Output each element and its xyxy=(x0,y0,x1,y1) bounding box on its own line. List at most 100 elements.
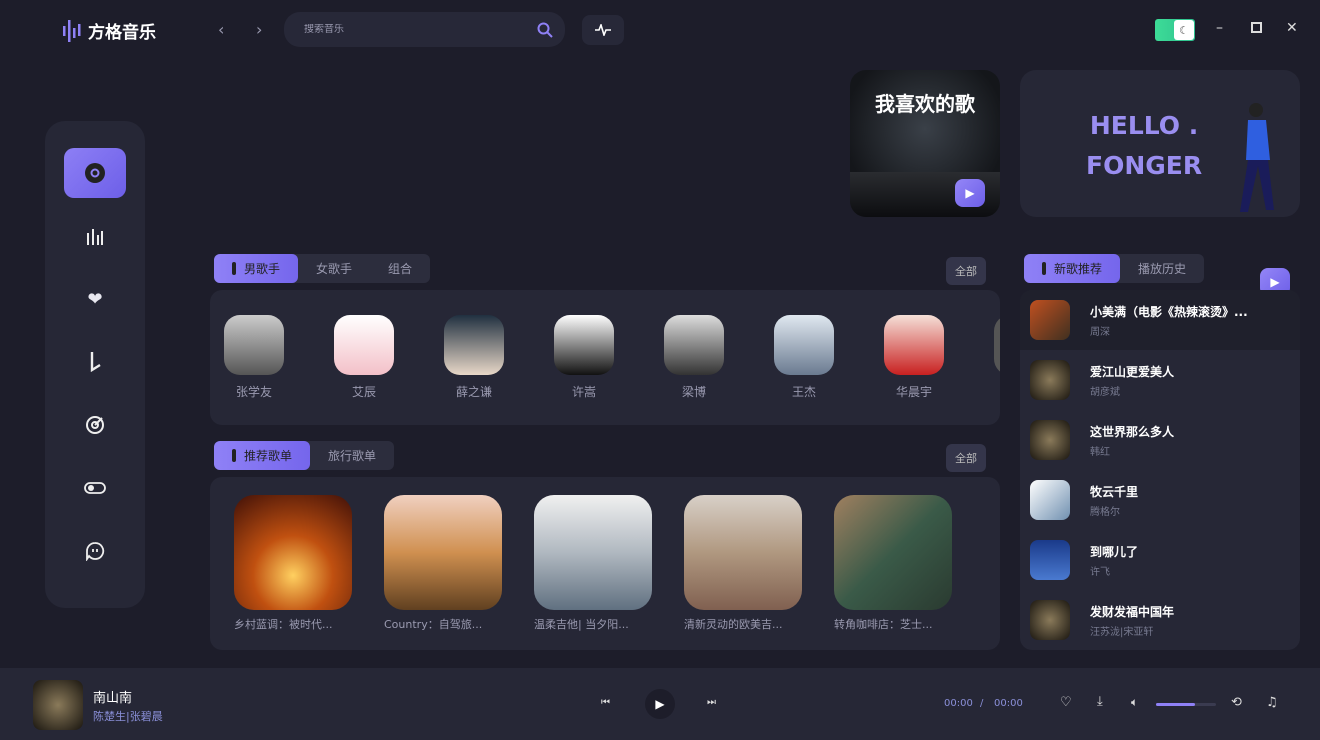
song-cover xyxy=(1030,600,1070,640)
playlist-panel: 乡村蓝调：被时代... Country：自驾旅... 温柔吉他| 当夕阳... … xyxy=(210,477,1000,650)
playlists-all-button[interactable]: 全部 xyxy=(946,444,986,472)
app-title: 方格音乐 xyxy=(88,23,156,43)
sidebar-item-music[interactable] xyxy=(64,337,126,387)
song-cover xyxy=(1030,360,1070,400)
song-title: 爱江山更爱美人 xyxy=(1090,364,1175,379)
playlist-cover xyxy=(684,495,802,610)
song-artist: 汪苏泷|宋亚轩 xyxy=(1090,626,1154,638)
audio-wave-button[interactable] xyxy=(582,15,624,45)
now-playing-artist: 陈楚生|张碧晨 xyxy=(93,710,163,723)
search-box xyxy=(284,12,565,47)
repeat-button[interactable]: ⟲ xyxy=(1231,695,1242,710)
singer-avatar xyxy=(884,315,944,375)
song-item[interactable]: 爱江山更爱美人 胡彦斌 xyxy=(1020,350,1300,410)
volume-icon[interactable]: 🔈︎ xyxy=(1131,695,1138,710)
singer-avatar xyxy=(334,315,394,375)
singer-card[interactable]: 艾辰 xyxy=(333,315,395,400)
toggle-icon xyxy=(84,482,106,494)
song-title: 到哪儿了 xyxy=(1090,544,1139,559)
chart-icon xyxy=(87,229,103,245)
singer-card[interactable]: 梁博 xyxy=(663,315,725,400)
play-pause-button[interactable]: ▶ xyxy=(645,689,675,719)
volume-slider[interactable] xyxy=(1156,703,1216,706)
song-cover xyxy=(1030,420,1070,460)
song-cover xyxy=(1030,540,1070,580)
tab-new-songs[interactable]: 新歌推荐 xyxy=(1024,254,1121,283)
next-button[interactable]: ⏭ xyxy=(707,697,716,708)
banner-play-button[interactable]: ▶ xyxy=(955,179,985,207)
song-item[interactable]: 小美满（电影《热辣滚烫》... 周深 xyxy=(1020,290,1300,350)
favorite-songs-banner[interactable]: 我喜欢的歌 ▶ xyxy=(850,70,1000,217)
singer-avatar xyxy=(554,315,614,375)
search-input[interactable] xyxy=(304,24,537,35)
singer-avatar xyxy=(774,315,834,375)
singer-name: 薛之谦 xyxy=(455,385,492,399)
singers-all-button[interactable]: 全部 xyxy=(946,257,986,285)
play-icon: ▶ xyxy=(965,186,975,200)
song-title: 小美满（电影《热辣滚烫》... xyxy=(1090,304,1248,319)
singer-card[interactable]: 薛之谦 xyxy=(443,315,505,400)
playlist-name: 乡村蓝调：被时代... xyxy=(234,618,333,631)
tab-travel-playlists[interactable]: 旅行歌单 xyxy=(310,441,394,470)
duration: 00:00 xyxy=(994,698,1023,709)
search-icon[interactable] xyxy=(537,22,553,38)
singer-card[interactable]: 许嵩 xyxy=(553,315,615,400)
like-button[interactable]: ♡ xyxy=(1060,695,1072,710)
tab-play-history[interactable]: 播放历史 xyxy=(1120,254,1204,283)
tab-recommended-playlists[interactable]: 推荐歌单 xyxy=(214,441,311,470)
singer-name: 梁博 xyxy=(681,385,706,399)
moon-icon: ☾ xyxy=(1174,20,1194,40)
maximize-button[interactable] xyxy=(1251,22,1262,33)
song-item[interactable]: 发财发福中国年 汪苏泷|宋亚轩 xyxy=(1020,590,1300,650)
singer-card[interactable]: 张学友 xyxy=(223,315,285,400)
theme-toggle[interactable]: ☾ xyxy=(1155,19,1195,41)
singer-card[interactable]: 王杰 xyxy=(773,315,835,400)
singer-name: 王杰 xyxy=(791,385,816,399)
logo-wave-icon xyxy=(63,19,81,42)
radar-icon xyxy=(86,416,104,434)
song-title: 牧云千里 xyxy=(1090,484,1139,499)
sidebar-item-charts[interactable] xyxy=(64,211,126,261)
song-artist: 胡彦斌 xyxy=(1090,386,1120,398)
sidebar: ❤ xyxy=(45,121,145,608)
song-artist: 许飞 xyxy=(1090,566,1110,578)
previous-button[interactable]: ⏮ xyxy=(601,697,610,708)
chat-icon xyxy=(86,542,105,561)
disc-icon xyxy=(85,163,105,183)
singer-card[interactable] xyxy=(993,315,1000,375)
back-button[interactable]: ‹ xyxy=(218,20,224,39)
sidebar-item-discover[interactable] xyxy=(64,148,126,198)
banner-title: 我喜欢的歌 xyxy=(875,92,975,116)
playlist-card[interactable]: 清新灵动的欧美吉... xyxy=(684,495,802,632)
forward-button[interactable]: › xyxy=(256,20,262,39)
playlist-queue-button[interactable]: ♫ xyxy=(1266,695,1278,710)
playlist-card[interactable]: 转角咖啡店：芝士... xyxy=(834,495,952,632)
sidebar-item-settings[interactable] xyxy=(64,463,126,513)
song-item[interactable]: 这世界那么多人 韩红 xyxy=(1020,410,1300,470)
singer-tabs: 男歌手 女歌手 组合 xyxy=(214,254,431,283)
singer-avatar xyxy=(224,315,284,375)
singer-name: 许嵩 xyxy=(571,385,596,399)
playlist-card[interactable]: Country：自驾旅... xyxy=(384,495,502,632)
singer-avatar xyxy=(994,315,1000,375)
minimize-button[interactable]: – xyxy=(1216,20,1223,36)
close-button[interactable]: ✕ xyxy=(1286,20,1298,36)
song-cover xyxy=(1030,300,1070,340)
singer-name: 华晨宇 xyxy=(895,385,932,399)
sidebar-item-favorites[interactable]: ❤ xyxy=(64,274,126,324)
song-item[interactable]: 到哪儿了 许飞 xyxy=(1020,530,1300,590)
playlist-card[interactable]: 乡村蓝调：被时代... xyxy=(234,495,352,632)
download-button[interactable]: ⤓ xyxy=(1097,694,1103,709)
playlist-card[interactable]: 温柔吉他| 当夕阳... xyxy=(534,495,652,632)
singer-name: 艾辰 xyxy=(351,385,376,399)
sidebar-item-messages[interactable] xyxy=(64,526,126,576)
playlist-cover xyxy=(234,495,352,610)
tab-groups[interactable]: 组合 xyxy=(370,254,430,283)
song-item[interactable]: 牧云千里 腾格尔 xyxy=(1020,470,1300,530)
sidebar-item-radar[interactable] xyxy=(64,400,126,450)
singer-card[interactable]: 华晨宇 xyxy=(883,315,945,400)
playlist-name: 温柔吉他| 当夕阳... xyxy=(534,618,629,631)
play-icon: ▶ xyxy=(655,697,665,711)
tab-female-singers[interactable]: 女歌手 xyxy=(298,254,370,283)
tab-male-singers[interactable]: 男歌手 xyxy=(214,254,299,283)
